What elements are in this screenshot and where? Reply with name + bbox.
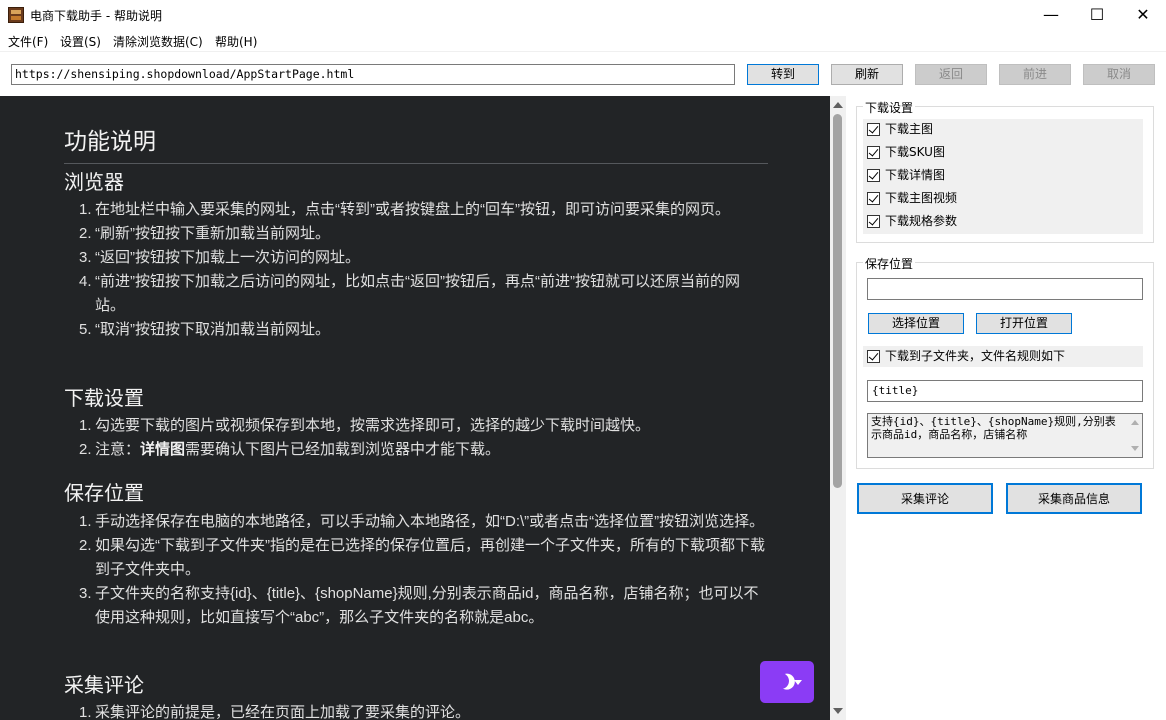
cancel-button[interactable]: 取消 [1083, 64, 1155, 85]
theme-toggle-button[interactable] [760, 661, 814, 703]
scroll-down-arrow-icon[interactable] [1131, 446, 1139, 451]
checkbox-checked-icon[interactable] [867, 146, 880, 159]
checkbox-detail-image[interactable]: 下载详情图 [863, 165, 945, 186]
close-button[interactable]: ✕ [1120, 0, 1166, 31]
list-item: 1. 在地址栏中输入要采集的网址，点击“转到”或者按键盘上的“回车”按钮，即可访问… [79, 201, 730, 218]
menu-file[interactable]: 文件(F) [8, 33, 48, 50]
checkbox-main-video[interactable]: 下载主图视频 [863, 188, 957, 209]
checkbox-checked-icon[interactable] [867, 350, 880, 363]
collect-reviews-button[interactable]: 采集评论 [857, 483, 993, 514]
save-location-group: 保存位置 选择位置 打开位置 下载到子文件夹，文件名规则如下 {title} 支… [856, 255, 1154, 469]
scroll-down-arrow-icon[interactable] [833, 708, 843, 714]
settings-panel: 下载设置 下载主图 下载SKU图 下载详情图 下载主图视频 下载规格参数 保存位… [846, 96, 1166, 720]
menu-settings[interactable]: 设置(S) [60, 33, 101, 50]
list-item: 2. 如果勾选“下载到子文件夹”指的是在已选择的保存位置后，再创建一个子文件夹，所… [79, 537, 765, 578]
menu-bar: 文件(F) 设置(S) 清除浏览数据(C) 帮助(H) [0, 31, 1166, 51]
checkbox-checked-icon[interactable] [867, 215, 880, 228]
checkbox-subfolder[interactable]: 下载到子文件夹，文件名规则如下 [863, 346, 1143, 367]
refresh-button[interactable]: 刷新 [831, 64, 903, 85]
scroll-up-arrow-icon[interactable] [1131, 420, 1139, 425]
section-heading-collect-reviews: 采集评论 [64, 675, 144, 697]
list-item: 2. 注意：详情图需要确认下图片已经加载到浏览器中才能下载。 [79, 441, 501, 458]
content-scrollbar[interactable] [830, 96, 846, 720]
checkbox-main-image[interactable]: 下载主图 [863, 119, 933, 140]
menu-help[interactable]: 帮助(H) [215, 33, 257, 50]
minimize-button[interactable]: — [1028, 0, 1074, 31]
list-item: 3. 子文件夹的名称支持{id}、{title}、{shopName}规则,分别表… [79, 585, 759, 626]
scroll-thumb[interactable] [833, 114, 842, 488]
open-location-button[interactable]: 打开位置 [976, 313, 1072, 334]
section-heading-browser: 浏览器 [64, 172, 124, 194]
checkbox-checked-icon[interactable] [867, 123, 880, 136]
checkbox-checked-icon[interactable] [867, 169, 880, 182]
menu-clear-browsing-data[interactable]: 清除浏览数据(C) [113, 33, 203, 50]
collect-reviews-list: 1. 采集评论的前提是，已经在页面上加载了要采集的评论。 [79, 701, 769, 720]
scroll-up-arrow-icon[interactable] [833, 102, 843, 108]
help-content: 功能说明 浏览器 1. 在地址栏中输入要采集的网址，点击“转到”或者按键盘上的“回… [0, 96, 830, 720]
list-item: 5. “取消”按钮按下取消加载当前网址。 [79, 321, 330, 338]
download-settings-title: 下载设置 [863, 99, 916, 116]
window-title: 电商下载助手 - 帮助说明 [30, 9, 162, 23]
section-heading-download-settings: 下载设置 [64, 388, 144, 410]
go-button[interactable]: 转到 [747, 64, 819, 85]
list-item: 1. 勾选要下载的图片或视频保存到本地，按需求选择即可，选择的越少下载时间越快。 [79, 417, 651, 434]
choose-location-button[interactable]: 选择位置 [868, 313, 964, 334]
save-location-title: 保存位置 [863, 255, 916, 272]
list-item: 3. “返回”按钮按下加载上一次访问的网址。 [79, 249, 360, 266]
caret-down-icon [794, 680, 802, 685]
detail-image-term: 详情图 [140, 441, 186, 458]
download-settings-list: 1. 勾选要下载的图片或视频保存到本地，按需求选择即可，选择的越少下载时间越快。 … [79, 414, 769, 462]
back-button[interactable]: 返回 [915, 64, 987, 85]
browser-list: 1. 在地址栏中输入要采集的网址，点击“转到”或者按键盘上的“回车”按钮，即可访问… [79, 198, 769, 342]
section-heading-save-location: 保存位置 [64, 483, 144, 505]
forward-button[interactable]: 前进 [999, 64, 1071, 85]
maximize-button[interactable]: ☐ [1074, 0, 1120, 31]
list-item: 1. 采集评论的前提是，已经在页面上加载了要采集的评论。 [79, 704, 471, 720]
checkbox-checked-icon[interactable] [867, 192, 880, 205]
textarea-scrollbar[interactable] [1128, 414, 1142, 457]
rule-help-textarea: 支持{id}、{title}、{shopName}规则,分别表示商品id，商品名… [867, 413, 1143, 458]
collect-product-button[interactable]: 采集商品信息 [1006, 483, 1142, 514]
subfolder-rule-input[interactable]: {title} [867, 380, 1143, 402]
list-item: 4. “前进”按钮按下加载之后访问的网址，比如点击“返回”按钮后，再点“前进”按钮… [79, 273, 740, 314]
address-toolbar: https://shensiping.shopdownload/AppStart… [0, 51, 1166, 96]
save-path-input[interactable] [867, 278, 1143, 300]
checkbox-spec-params[interactable]: 下载规格参数 [863, 211, 957, 232]
help-title: 功能说明 [64, 122, 768, 164]
checkbox-sku-image[interactable]: 下载SKU图 [863, 142, 945, 163]
save-location-list: 1. 手动选择保存在电脑的本地路径，可以手动输入本地路径，如“D:\”或者点击“选… [79, 510, 769, 630]
app-icon [8, 7, 24, 23]
download-settings-group: 下载设置 下载主图 下载SKU图 下载详情图 下载主图视频 下载规格参数 [856, 99, 1154, 243]
address-input[interactable]: https://shensiping.shopdownload/AppStart… [11, 64, 735, 85]
moon-icon [770, 670, 791, 691]
list-item: 2. “刷新”按钮按下重新加载当前网址。 [79, 225, 330, 242]
title-bar: 电商下载助手 - 帮助说明 — ☐ ✕ [0, 0, 1166, 31]
list-item: 1. 手动选择保存在电脑的本地路径，可以手动输入本地路径，如“D:\”或者点击“选… [79, 513, 765, 530]
